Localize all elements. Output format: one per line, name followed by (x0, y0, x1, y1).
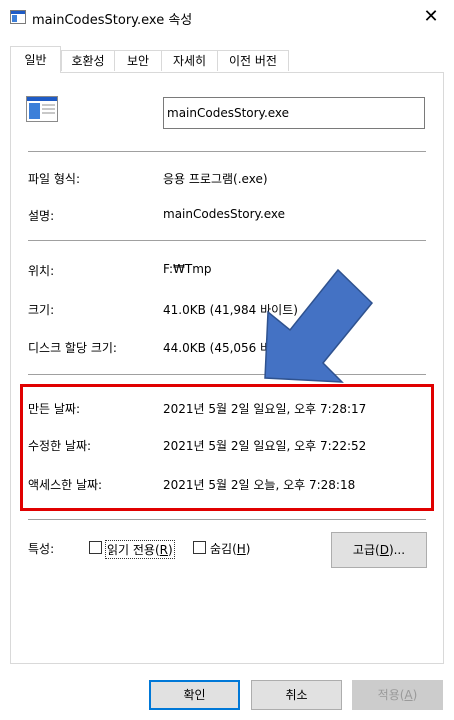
hidden-checkbox[interactable] (193, 541, 206, 554)
divider (28, 240, 426, 241)
exe-file-icon (26, 96, 58, 122)
attributes-label: 특성: (28, 542, 55, 556)
readonly-checkbox-label[interactable]: 읽기 전용(R) (105, 540, 175, 559)
disk-size-label: 디스크 할당 크기: (28, 341, 117, 355)
size-value: 41.0KB (41,984 바이트) (163, 303, 298, 317)
readonly-checkbox[interactable] (89, 541, 102, 554)
apply-button[interactable]: 적용(A) (352, 680, 443, 710)
description-value: mainCodesStory.exe (163, 207, 286, 221)
general-tab-panel (10, 72, 444, 664)
tab-previous-versions[interactable]: 이전 버전 (217, 50, 289, 71)
ok-button[interactable]: 확인 (149, 680, 240, 710)
title-bar: mainCodesStory.exe 속성 ✕ (0, 0, 454, 36)
size-label: 크기: (28, 303, 55, 317)
window-title: mainCodesStory.exe 속성 (32, 13, 193, 28)
advanced-button[interactable]: 고급(D)... (331, 532, 427, 568)
divider (28, 519, 426, 520)
hidden-checkbox-label[interactable]: 숨김(H) (210, 540, 250, 557)
type-label: 파일 형식: (28, 172, 81, 186)
close-icon: ✕ (423, 6, 439, 27)
description-label: 설명: (28, 209, 55, 223)
divider (28, 374, 426, 375)
close-button[interactable]: ✕ (408, 0, 454, 36)
type-value: 응용 프로그램(.exe) (163, 172, 268, 186)
highlight-box (20, 384, 434, 511)
tab-general[interactable]: 일반 (10, 46, 61, 73)
disk-size-value: 44.0KB (45,056 바이트) (163, 341, 298, 355)
location-value: F:₩Tmp (163, 262, 212, 276)
window-app-icon (10, 10, 26, 24)
divider (28, 151, 426, 152)
location-label: 위치: (28, 264, 55, 278)
tab-compatibility[interactable]: 호환성 (61, 50, 115, 71)
file-name-input[interactable]: mainCodesStory.exe (163, 97, 425, 129)
cancel-button[interactable]: 취소 (251, 680, 342, 710)
tab-security[interactable]: 보안 (114, 50, 162, 71)
tab-details[interactable]: 자세히 (161, 50, 218, 71)
